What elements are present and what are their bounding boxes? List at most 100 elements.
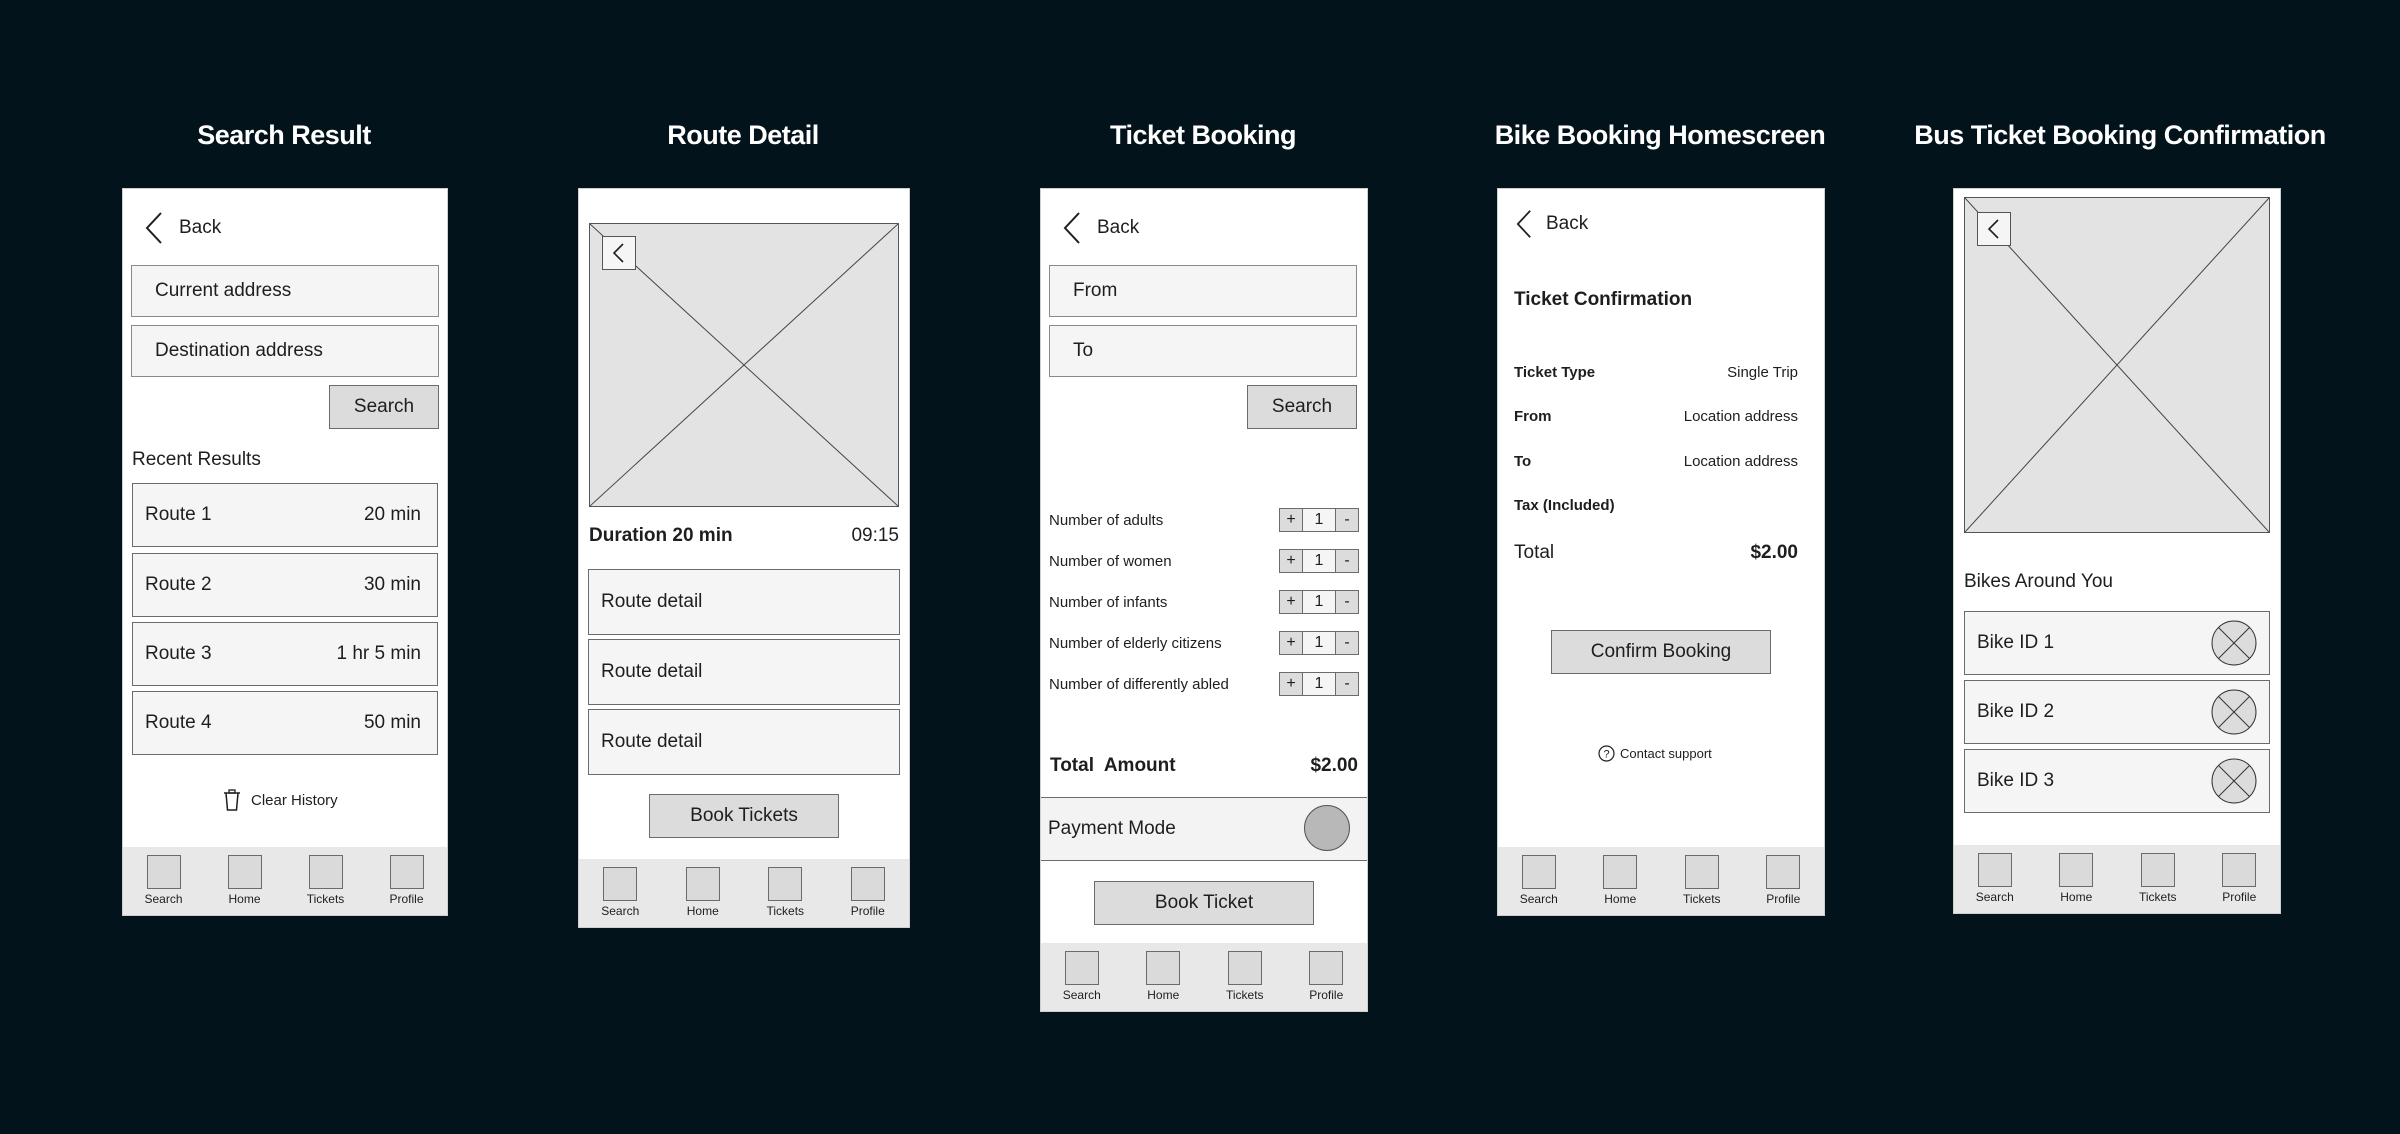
chevron-left-icon xyxy=(612,243,624,263)
increment-button[interactable]: + xyxy=(1279,508,1303,532)
nav-home[interactable]: Home xyxy=(1133,951,1193,1002)
book-ticket-button[interactable]: Book Ticket xyxy=(1094,881,1314,925)
nav-label: Profile xyxy=(1766,892,1801,906)
route-list-item[interactable]: Route 2 30 min xyxy=(132,553,438,617)
nav-profile[interactable]: Profile xyxy=(1296,951,1356,1002)
ticket-confirmation-heading: Ticket Confirmation xyxy=(1514,289,1693,310)
route-duration: 20 min xyxy=(363,504,421,525)
contact-support-link[interactable]: ? Contact support xyxy=(1598,745,1712,762)
nav-search[interactable]: Search xyxy=(1509,855,1569,906)
destination-address-input[interactable]: Destination address xyxy=(131,325,439,377)
to-input[interactable]: To xyxy=(1049,325,1357,377)
svg-text:?: ? xyxy=(1603,749,1609,761)
nav-search-icon xyxy=(1977,853,2012,887)
route-detail-item[interactable]: Route detail xyxy=(588,709,900,775)
nav-tickets-icon xyxy=(2140,853,2175,887)
book-tickets-button[interactable]: Book Tickets xyxy=(649,794,839,838)
bike-list-item[interactable]: Bike ID 1 xyxy=(1964,611,2270,675)
nav-home-icon xyxy=(1603,855,1638,889)
decrement-button[interactable]: - xyxy=(1335,508,1359,532)
bikes-around-heading: Bikes Around You xyxy=(1964,571,2113,592)
nav-label: Tickets xyxy=(2138,890,2177,904)
nav-search-icon xyxy=(603,867,638,901)
bike-image-placeholder-icon xyxy=(2211,689,2257,735)
bike-map-image xyxy=(1964,197,2270,533)
tax-row: Tax (Included) xyxy=(1514,497,1798,514)
back-button[interactable]: Back xyxy=(1514,209,1588,239)
nav-home-icon xyxy=(2059,853,2094,887)
route-name: Route 4 xyxy=(145,712,212,733)
search-button[interactable]: Search xyxy=(1247,385,1357,429)
bike-image-placeholder-icon xyxy=(2211,758,2257,804)
route-detail-item[interactable]: Route detail xyxy=(588,639,900,705)
confirm-booking-button[interactable]: Confirm Booking xyxy=(1551,630,1771,674)
nav-tickets[interactable]: Tickets xyxy=(1215,951,1275,1002)
nav-profile-icon xyxy=(389,855,424,889)
payment-mode-row[interactable]: Payment Mode xyxy=(1041,797,1367,861)
nav-home[interactable]: Home xyxy=(673,867,733,918)
nav-profile[interactable]: Profile xyxy=(838,867,898,918)
nav-search[interactable]: Search xyxy=(134,855,194,906)
adults-stepper[interactable]: + 1 - xyxy=(1279,507,1359,533)
ticket-type-row: Ticket Type Single Trip xyxy=(1514,364,1798,381)
nav-search[interactable]: Search xyxy=(1965,853,2025,904)
nav-tickets[interactable]: Tickets xyxy=(2128,853,2188,904)
to-row: To Location address xyxy=(1514,453,1798,470)
infants-stepper[interactable]: + 1 - xyxy=(1279,589,1359,615)
nav-label: Search xyxy=(1519,892,1558,906)
nav-profile[interactable]: Profile xyxy=(377,855,437,906)
row-label: To xyxy=(1514,453,1532,470)
decrement-button[interactable]: - xyxy=(1335,590,1359,614)
increment-button[interactable]: + xyxy=(1279,672,1303,696)
route-list-item[interactable]: Route 3 1 hr 5 min xyxy=(132,622,438,686)
route-name: Route 1 xyxy=(145,504,212,525)
nav-home[interactable]: Home xyxy=(1590,855,1650,906)
current-address-input[interactable]: Current address xyxy=(131,265,439,317)
increment-button[interactable]: + xyxy=(1279,631,1303,655)
back-button[interactable]: Back xyxy=(1061,211,1139,245)
from-input[interactable]: From xyxy=(1049,265,1357,317)
back-label: Back xyxy=(1097,217,1140,238)
nav-home-icon xyxy=(1146,951,1181,985)
nav-label: Profile xyxy=(850,904,885,918)
nav-home[interactable]: Home xyxy=(2046,853,2106,904)
stepper-value: 1 xyxy=(1303,590,1335,614)
screen-search-result: Back Current address Destination address… xyxy=(122,188,448,916)
nav-tickets[interactable]: Tickets xyxy=(1672,855,1732,906)
chevron-left-icon xyxy=(145,212,162,244)
nav-label: Tickets xyxy=(1225,988,1264,1002)
search-button[interactable]: Search xyxy=(329,385,439,429)
bike-list-item[interactable]: Bike ID 3 xyxy=(1964,749,2270,813)
back-button[interactable]: Back xyxy=(143,211,221,245)
route-name: Route 3 xyxy=(145,643,212,664)
image-back-button[interactable] xyxy=(602,236,636,270)
image-placeholder-icon xyxy=(590,224,898,506)
route-list-item[interactable]: Route 1 20 min xyxy=(132,483,438,547)
decrement-button[interactable]: - xyxy=(1335,672,1359,696)
increment-button[interactable]: + xyxy=(1279,590,1303,614)
counter-elderly: Number of elderly citizens + 1 - xyxy=(1049,630,1359,656)
payment-method-icon[interactable] xyxy=(1304,805,1350,851)
increment-button[interactable]: + xyxy=(1279,549,1303,573)
nav-search[interactable]: Search xyxy=(590,867,650,918)
nav-label: Tickets xyxy=(766,904,805,918)
nav-profile[interactable]: Profile xyxy=(2209,853,2269,904)
bike-list-item[interactable]: Bike ID 2 xyxy=(1964,680,2270,744)
nav-profile[interactable]: Profile xyxy=(1753,855,1813,906)
nav-home[interactable]: Home xyxy=(215,855,275,906)
nav-search[interactable]: Search xyxy=(1052,951,1112,1002)
clear-history-button[interactable]: Clear History xyxy=(223,789,338,811)
elderly-stepper[interactable]: + 1 - xyxy=(1279,630,1359,656)
nav-search-icon xyxy=(146,855,181,889)
nav-tickets[interactable]: Tickets xyxy=(296,855,356,906)
women-stepper[interactable]: + 1 - xyxy=(1279,548,1359,574)
route-map-image xyxy=(589,223,899,507)
differently-abled-stepper[interactable]: + 1 - xyxy=(1279,671,1359,697)
back-label: Back xyxy=(1546,213,1589,234)
route-detail-item[interactable]: Route detail xyxy=(588,569,900,635)
route-list-item[interactable]: Route 4 50 min xyxy=(132,691,438,755)
decrement-button[interactable]: - xyxy=(1335,549,1359,573)
decrement-button[interactable]: - xyxy=(1335,631,1359,655)
nav-tickets[interactable]: Tickets xyxy=(755,867,815,918)
image-back-button[interactable] xyxy=(1977,212,2011,246)
